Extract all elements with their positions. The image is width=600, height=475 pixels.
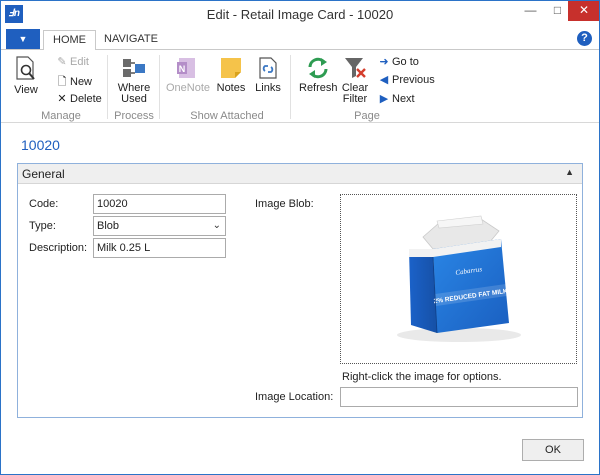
title-bar: Ⅎn Edit - Retail Image Card - 10020 — □ …: [1, 1, 599, 28]
notes-label: Notes: [216, 82, 246, 94]
links-button[interactable]: Links: [253, 56, 283, 94]
help-icon[interactable]: ?: [577, 31, 592, 46]
onenote-button[interactable]: N OneNote: [165, 56, 211, 94]
fasttab-header[interactable]: General ▲: [18, 164, 582, 184]
ok-button[interactable]: OK: [522, 439, 584, 461]
description-field[interactable]: Milk 0.25 L: [93, 238, 226, 258]
application-menu-button[interactable]: ▼: [6, 29, 40, 49]
edit-label: Edit: [70, 56, 89, 68]
group-label-page: Page: [354, 110, 380, 122]
code-label: Code:: [29, 198, 59, 210]
image-hint-text: Right-click the image for options.: [342, 371, 502, 383]
view-label: View: [14, 84, 38, 96]
view-icon: [16, 56, 35, 80]
clear-filter-icon: [345, 58, 366, 78]
image-blob-label: Image Blob:: [255, 198, 314, 210]
group-separator: [290, 55, 291, 119]
link-icon: [259, 57, 277, 79]
new-document-icon: 🗋: [57, 76, 67, 88]
arrow-right-icon: ➜: [379, 56, 389, 68]
triangle-left-icon: ◀: [379, 74, 389, 86]
ribbon: View ✎ Edit 🗋 New ✕ Delete Manage Where Use…: [1, 50, 599, 123]
image-location-field[interactable]: [340, 387, 578, 407]
go-to-button[interactable]: ➜ Go to: [378, 55, 419, 68]
delete-x-icon: ✕: [57, 93, 67, 105]
next-label: Next: [392, 93, 415, 105]
onenote-icon: N: [177, 58, 195, 78]
page-title: 10020: [21, 137, 60, 153]
dialog-window: Ⅎn Edit - Retail Image Card - 10020 — □ …: [0, 0, 600, 475]
group-label-manage: Manage: [41, 110, 81, 122]
image-blob-frame[interactable]: Cabarrus 2% REDUCED FAT MILK: [340, 194, 577, 364]
view-button[interactable]: View: [11, 56, 41, 96]
window-title: Edit - Retail Image Card - 10020: [206, 7, 394, 22]
group-label-process: Process: [114, 110, 154, 122]
delete-button[interactable]: ✕ Delete: [56, 92, 102, 105]
ribbon-tab-bar: ▼ HOME NAVIGATE ?: [1, 28, 599, 51]
group-separator: [159, 55, 160, 119]
minimize-button[interactable]: —: [517, 1, 544, 21]
clear-filter-label-line2: Filter: [342, 93, 368, 105]
new-label: New: [70, 76, 93, 88]
chevron-up-icon[interactable]: ▲: [565, 167, 574, 177]
next-button[interactable]: ▶ Next: [378, 92, 415, 105]
new-button[interactable]: 🗋 New: [56, 73, 92, 92]
tab-home[interactable]: HOME: [43, 30, 96, 51]
svg-text:N: N: [179, 64, 186, 74]
description-label: Description:: [29, 242, 88, 254]
delete-label: Delete: [70, 93, 102, 105]
general-fasttab: General ▲ Code: 10020 Type: Blob ⌄ Descr…: [17, 163, 583, 418]
pencil-icon: ✎: [57, 56, 67, 68]
previous-button[interactable]: ◀ Previous: [378, 73, 435, 86]
refresh-button[interactable]: Refresh: [299, 56, 338, 94]
notes-button[interactable]: Notes: [215, 56, 247, 94]
previous-label: Previous: [392, 74, 435, 86]
note-icon: [221, 58, 241, 78]
where-used-button[interactable]: Where Used: [114, 56, 154, 105]
type-label: Type:: [29, 220, 56, 232]
where-used-icon: [123, 59, 145, 77]
type-select[interactable]: Blob ⌄: [93, 216, 226, 236]
onenote-label: OneNote: [165, 82, 211, 94]
refresh-icon: [308, 57, 328, 79]
chevron-down-icon: ⌄: [212, 220, 221, 231]
go-to-label: Go to: [392, 56, 419, 68]
close-button[interactable]: ✕: [568, 1, 599, 21]
where-used-label-line2: Used: [121, 93, 147, 105]
group-separator: [107, 55, 108, 119]
maximize-button[interactable]: □: [544, 1, 571, 21]
code-field[interactable]: 10020: [93, 194, 226, 214]
clear-filter-button[interactable]: Clear Filter: [339, 56, 371, 105]
milk-carton-image: Cabarrus 2% REDUCED FAT MILK: [397, 215, 521, 342]
refresh-label: Refresh: [299, 82, 338, 94]
image-location-label: Image Location:: [255, 391, 334, 403]
type-select-value: Blob: [97, 220, 120, 232]
tab-navigate[interactable]: NAVIGATE: [95, 30, 167, 51]
group-label-show-attached: Show Attached: [190, 110, 264, 122]
fasttab-title: General: [22, 167, 65, 181]
triangle-right-icon: ▶: [379, 93, 389, 105]
edit-button[interactable]: ✎ Edit: [56, 55, 89, 68]
links-label: Links: [255, 82, 281, 94]
